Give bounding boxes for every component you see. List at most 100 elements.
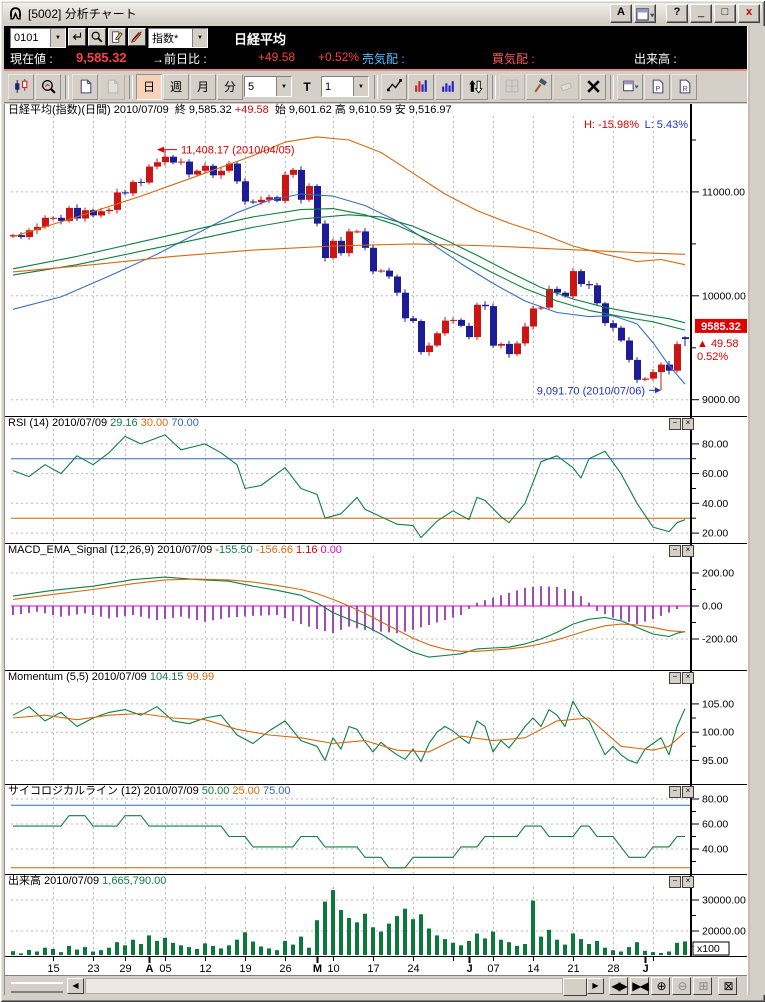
momentum-minimize-button[interactable]: − [669, 672, 681, 684]
panel-resize-grip[interactable] [11, 982, 63, 993]
header-value: -156.66 [256, 544, 296, 556]
doc-new-icon [77, 78, 94, 95]
minute-interval-select[interactable]: 5▼ [244, 76, 292, 97]
svg-text:L: 5.43%: L: 5.43% [645, 119, 689, 131]
eraser-button[interactable] [553, 74, 579, 100]
toolbar-separator [65, 75, 69, 99]
draw-off-button[interactable] [128, 28, 146, 46]
scrollbar-track[interactable] [85, 978, 563, 994]
svg-text:J: J [642, 963, 648, 974]
period-minute-button[interactable]: 分 [217, 74, 243, 100]
zoom-tool-button[interactable] [35, 74, 61, 100]
copy-chart-button[interactable] [99, 74, 125, 100]
symbol-code-value: 0101 [11, 32, 50, 44]
svg-text:-200.00: -200.00 [702, 634, 738, 646]
header-value: 始 9,601.62 高 9,610.59 安 9,516.97 [269, 104, 452, 116]
toolbar-separator [492, 75, 496, 99]
print-button[interactable]: P [644, 74, 670, 100]
quote-row-1: 0101 ▼ 指数* ▼ 日経平均 [4, 28, 761, 48]
svg-text:20000.00: 20000.00 [702, 926, 746, 938]
toolbar-separator [374, 75, 378, 99]
macd-close-button[interactable]: × [682, 545, 694, 557]
svg-text:105.00: 105.00 [702, 698, 734, 710]
svg-text:80.00: 80.00 [702, 794, 728, 806]
volume-bars-button[interactable] [435, 74, 461, 100]
psych-minimize-button[interactable]: − [669, 786, 681, 798]
svg-text:21: 21 [567, 963, 579, 974]
toolbar: 日週月分5▼T1▼PR [4, 71, 761, 103]
style-button[interactable]: A [610, 4, 632, 23]
minimize-button[interactable]: _ [690, 4, 712, 23]
dropdown-icon[interactable]: ▼ [353, 77, 368, 96]
scrollbar-thumb[interactable] [563, 978, 587, 996]
macd-panel-header: MACD_EMA_Signal (12,26,9) 2010/07/09 -15… [8, 544, 342, 556]
search-button[interactable] [88, 28, 106, 46]
svg-text:M: M [313, 963, 322, 974]
period-weekly-button[interactable]: 週 [163, 74, 189, 100]
indicator-bars-button[interactable] [408, 74, 434, 100]
header-value: 75.00 [263, 785, 291, 797]
volume-panel-header: 出来高 2010/07/09 1,665,790.00 [8, 875, 166, 887]
psych-panel-controls: −× [668, 786, 694, 798]
delete-x-icon [585, 78, 602, 95]
symbol-code-dropdown-icon[interactable]: ▼ [50, 29, 65, 47]
tick-interval-select[interactable]: 1▼ [321, 76, 369, 97]
maximize-button[interactable]: □ [714, 4, 736, 23]
expand-range-button[interactable]: ◀▶ [609, 977, 628, 995]
svg-text:05: 05 [159, 963, 171, 974]
trend-line-button[interactable] [381, 74, 407, 100]
svg-text:9,091.70 (2010/07/06): 9,091.70 (2010/07/06) [537, 385, 645, 397]
copy-window-button[interactable] [634, 4, 656, 23]
psych-close-button[interactable]: × [682, 786, 694, 798]
macd-minimize-button[interactable]: − [669, 545, 681, 557]
updown-arrows-button[interactable] [462, 74, 488, 100]
volume-minimize-button[interactable]: − [669, 876, 681, 888]
edit-button[interactable] [108, 28, 126, 46]
close-nav-button[interactable]: ⊠ [718, 977, 737, 995]
zoom-out-button[interactable]: ⊖ [672, 977, 691, 995]
period-monthly-button[interactable]: 月 [190, 74, 216, 100]
quote-field-2: →前日比 : [152, 50, 207, 67]
quote-field-3: +49.58 [258, 50, 295, 64]
chart-type-candle-button[interactable] [8, 74, 34, 100]
dropdown-icon[interactable]: ▼ [276, 77, 291, 96]
header-value: +49.58 [235, 104, 269, 116]
svg-text:P: P [655, 84, 660, 93]
rsi-panel: 80.0060.0040.0020.00RSI (14) 2010/07/09 … [5, 417, 749, 544]
zoom-in-button[interactable]: ⊕ [651, 977, 670, 995]
titlebar[interactable]: [5002] 分析チャート A?_□x [3, 3, 762, 24]
new-chart-button[interactable] [72, 74, 98, 100]
help-button[interactable]: ? [666, 4, 688, 23]
svg-text:0.00: 0.00 [702, 601, 723, 613]
candlestick-icon [13, 78, 30, 95]
close-button[interactable]: x [738, 4, 760, 23]
panel-layout-button[interactable] [617, 74, 643, 100]
category-select[interactable]: 指数* ▼ [148, 28, 208, 48]
bars-blue-icon [440, 78, 457, 95]
scroll-left-button[interactable]: ◀ [67, 978, 84, 994]
chart-area: 11000.0010000.009000.00H: -15.98%L: 5.43… [4, 104, 749, 995]
enter-button[interactable] [68, 28, 86, 46]
rsi-close-button[interactable]: × [682, 418, 694, 430]
grid-layout-button[interactable]: ⊞ [693, 977, 712, 995]
shrink-range-button[interactable]: ▶◀ [630, 977, 649, 995]
header-value: 25.00 [232, 785, 263, 797]
svg-text:19: 19 [239, 963, 251, 974]
edit-doc-icon [110, 30, 124, 44]
grid-settings-button[interactable] [499, 74, 525, 100]
volume-close-button[interactable]: × [682, 876, 694, 888]
report-button[interactable]: R [671, 74, 697, 100]
momentum-panel-header: Momentum (5,5) 2010/07/09 104.15 99.99 [8, 671, 214, 683]
price-plot: 11000.0010000.009000.00H: -15.98%L: 5.43… [5, 104, 749, 417]
symbol-code-input[interactable]: 0101 ▼ [10, 28, 66, 48]
macd-panel-controls: −× [668, 545, 694, 557]
rsi-minimize-button[interactable]: − [669, 418, 681, 430]
header-value: 1.16 [296, 544, 320, 556]
delete-button[interactable] [580, 74, 606, 100]
scroll-right-button[interactable]: ▶ [587, 978, 604, 994]
period-daily-button[interactable]: 日 [136, 74, 162, 100]
category-dropdown-icon[interactable]: ▼ [192, 29, 207, 47]
tools-button[interactable] [526, 74, 552, 100]
momentum-close-button[interactable]: × [682, 672, 694, 684]
header-value: 日経平均(指数)(日間) 2010/07/09 終 9,585.32 [8, 104, 235, 116]
